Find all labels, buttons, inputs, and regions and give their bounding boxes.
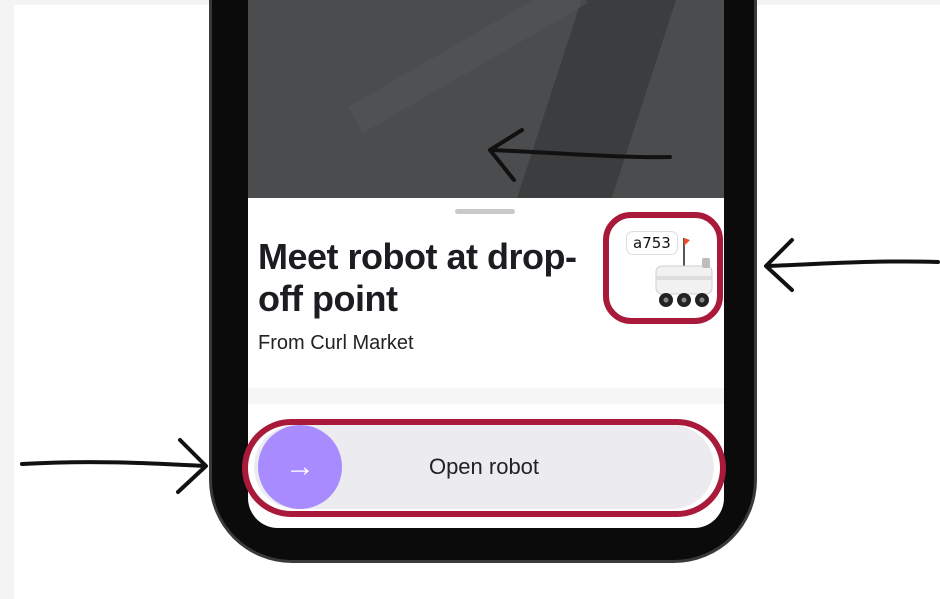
sheet-drag-handle[interactable] bbox=[455, 209, 515, 214]
robot-highlight-outline bbox=[603, 212, 723, 324]
map-view[interactable] bbox=[248, 0, 724, 198]
store-subtitle: From Curl Market bbox=[258, 332, 414, 354]
page-title: Meet robot at drop-off point bbox=[258, 236, 577, 319]
slider-highlight-outline bbox=[242, 419, 726, 517]
section-divider bbox=[248, 388, 724, 404]
